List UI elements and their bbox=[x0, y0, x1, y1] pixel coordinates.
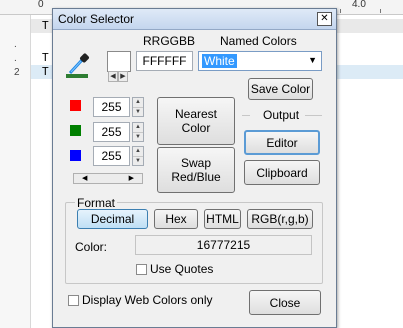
title-bar[interactable]: Color Selector ✕ bbox=[53, 9, 336, 30]
named-colors-label: Named Colors bbox=[220, 34, 297, 48]
blue-input[interactable]: 255 bbox=[93, 146, 130, 166]
scroll-right-icon[interactable]: ▶ bbox=[129, 174, 134, 184]
editor-button[interactable]: Editor bbox=[244, 130, 320, 155]
green-swatch bbox=[70, 125, 81, 136]
swap-red-blue-button[interactable]: Swap Red/Blue bbox=[157, 147, 235, 193]
nearest-color-button[interactable]: Nearest Color bbox=[157, 97, 235, 145]
editor-line[interactable]: T bbox=[42, 51, 49, 64]
red-input[interactable]: 255 bbox=[93, 97, 130, 117]
scroll-left-icon[interactable]: ◀ bbox=[82, 174, 87, 184]
prev-color-button[interactable]: ◀ bbox=[108, 71, 118, 82]
next-color-button[interactable]: ▶ bbox=[118, 71, 128, 82]
blue-swatch bbox=[70, 150, 81, 161]
line-number: 2 bbox=[14, 67, 20, 78]
use-quotes-label: Use Quotes bbox=[150, 262, 214, 276]
editor-line[interactable]: T bbox=[42, 65, 49, 78]
format-hex-button[interactable]: Hex bbox=[154, 209, 198, 229]
save-color-button[interactable]: Save Color bbox=[248, 78, 313, 100]
clipboard-button[interactable]: Clipboard bbox=[244, 160, 320, 185]
output-label: Output bbox=[263, 108, 300, 122]
ruler-label-4: 4.0 bbox=[352, 0, 366, 10]
format-rgb-button[interactable]: RGB(r,g,b) bbox=[247, 209, 313, 229]
current-color-swatch bbox=[107, 51, 131, 72]
ruler-tick bbox=[380, 9, 381, 13]
line-number: . bbox=[14, 53, 17, 64]
ruler-label-0: 0 bbox=[38, 0, 44, 10]
color-label: Color: bbox=[75, 240, 108, 254]
dialog-title: Color Selector bbox=[58, 12, 135, 26]
hex-input[interactable]: FFFFFF bbox=[136, 51, 193, 71]
color-selector-dialog: Color Selector ✕ ◀ ▶ RRGGBB Named Colors… bbox=[52, 8, 337, 328]
close-icon[interactable]: ✕ bbox=[317, 12, 332, 26]
web-colors-checkbox[interactable] bbox=[68, 295, 79, 306]
green-spinner[interactable]: ▲ ▼ bbox=[132, 122, 144, 142]
editor-line[interactable]: T bbox=[42, 19, 49, 32]
red-spinner[interactable]: ▲ ▼ bbox=[132, 97, 144, 117]
red-swatch bbox=[70, 100, 81, 111]
close-button[interactable]: Close bbox=[249, 290, 321, 315]
output-group-line bbox=[242, 115, 250, 116]
named-colors-dropdown[interactable]: White ▼ bbox=[198, 51, 322, 71]
rgb-scroll[interactable]: ◀ ▶ bbox=[73, 173, 143, 184]
use-quotes-checkbox[interactable] bbox=[136, 264, 147, 275]
blue-spinner[interactable]: ▲ ▼ bbox=[132, 146, 144, 166]
format-decimal-button[interactable]: Decimal bbox=[77, 209, 148, 229]
format-html-button[interactable]: HTML bbox=[204, 209, 241, 229]
eyedropper-icon[interactable] bbox=[65, 51, 91, 79]
named-color-selected: White bbox=[202, 54, 237, 68]
line-number: . bbox=[14, 39, 17, 50]
rrggbb-label: RRGGBB bbox=[143, 34, 196, 48]
green-input[interactable]: 255 bbox=[93, 122, 130, 142]
chevron-down-icon: ▼ bbox=[308, 55, 317, 65]
ruler-tick bbox=[340, 9, 341, 13]
line-number-gutter: . . 2 bbox=[0, 15, 31, 328]
output-group-line bbox=[305, 115, 322, 116]
web-colors-label: Display Web Colors only bbox=[82, 293, 213, 307]
format-label: Format bbox=[75, 196, 118, 210]
color-value-field: 16777215 bbox=[135, 235, 312, 255]
